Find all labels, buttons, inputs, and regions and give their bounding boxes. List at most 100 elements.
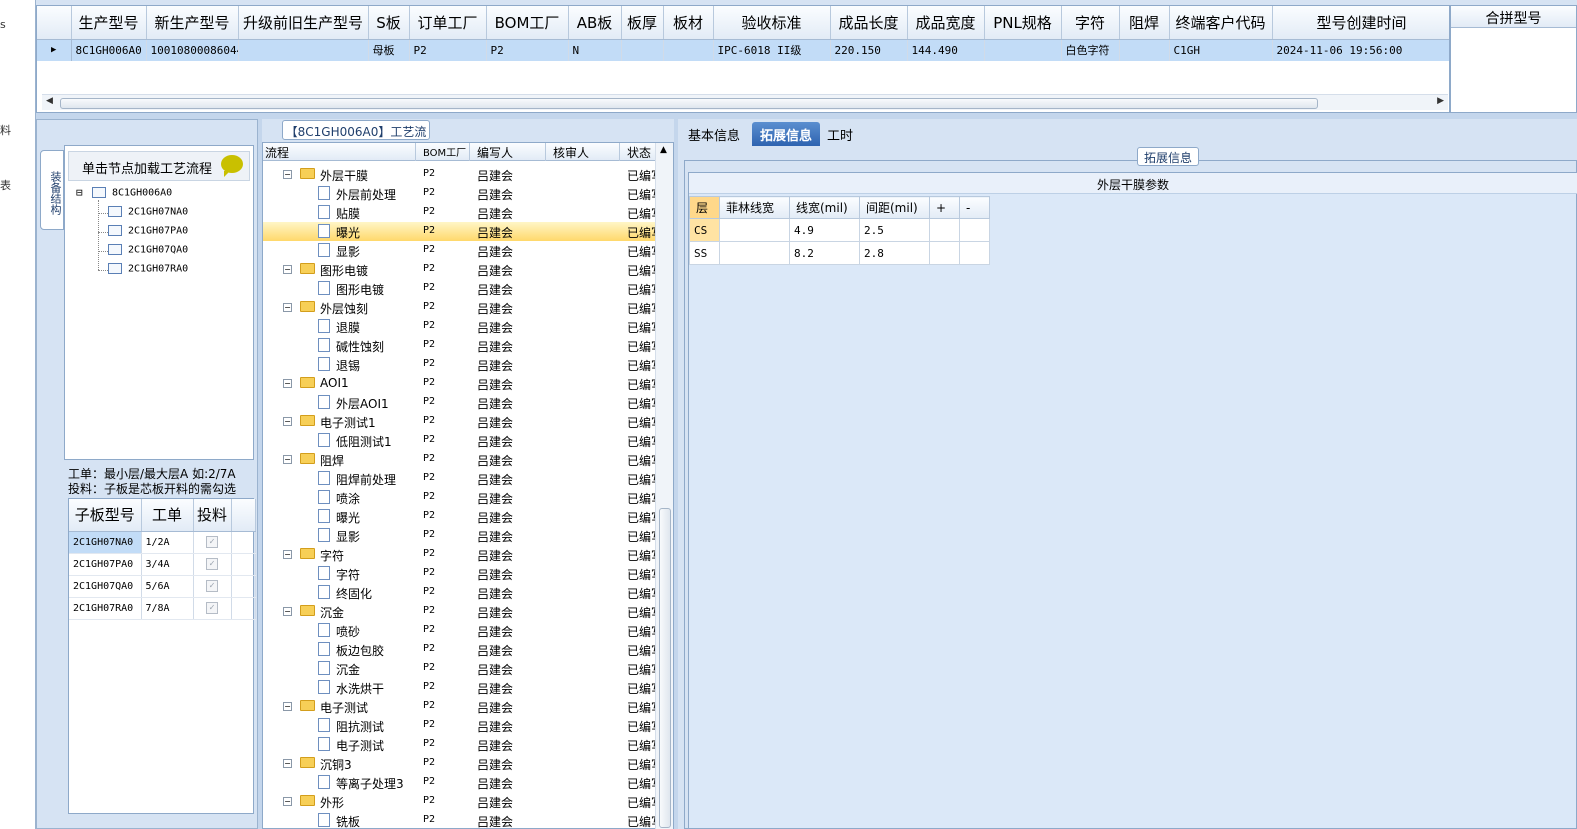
process-row[interactable]: − 电子测试1 P2 吕建会 已编写 (263, 412, 658, 431)
feed-checkbox[interactable]: ✓ (206, 602, 218, 614)
sub-board-model-cell[interactable]: 2C1GH07RA0 (69, 597, 142, 620)
column-header[interactable]: 编写人 (477, 144, 513, 161)
table-cell[interactable] (238, 39, 369, 61)
process-row[interactable]: − 字符 P2 吕建会 已编写 (263, 545, 658, 564)
vertical-tab-structure[interactable]: 装备结构 (40, 150, 64, 230)
column-header[interactable]: 升级前旧生产型号 (238, 6, 369, 40)
process-row[interactable]: 退锡 P2 吕建会 已编写 (263, 355, 658, 374)
column-header[interactable]: 核审人 (553, 144, 589, 161)
work-order-cell[interactable]: 5/6A (141, 575, 194, 598)
process-row[interactable]: − 图形电镀 P2 吕建会 已编写 (263, 260, 658, 279)
collapse-icon[interactable]: − (283, 303, 292, 312)
param-cell[interactable]: 8.2 (789, 241, 860, 265)
column-header[interactable]: 验收标准 (713, 6, 831, 40)
collapse-icon[interactable]: − (283, 797, 292, 806)
process-row[interactable]: 曝光 P2 吕建会 已编写 (263, 222, 658, 241)
column-header[interactable]: AB板 (568, 6, 622, 40)
table-cell[interactable]: P2 (409, 39, 487, 61)
process-row[interactable]: − 阻焊 P2 吕建会 已编写 (263, 450, 658, 469)
param-cell[interactable] (929, 241, 960, 265)
collapse-icon[interactable]: ⊟ (76, 186, 83, 199)
process-row[interactable]: 等离子处理3 P2 吕建会 已编写 (263, 773, 658, 792)
process-vertical-scrollbar[interactable]: ▲ (655, 143, 673, 829)
add-column-button[interactable]: + (929, 196, 960, 219)
column-divider[interactable] (545, 143, 546, 161)
tree-child-node[interactable]: 2C1GH07PA0 (108, 225, 188, 237)
nav-fragment[interactable]: s (0, 18, 6, 31)
scrollbar-thumb[interactable] (60, 98, 1318, 109)
process-row[interactable]: − 沉金 P2 吕建会 已编写 (263, 602, 658, 621)
column-header[interactable]: S板 (368, 6, 410, 40)
work-order-cell[interactable]: 7/8A (141, 597, 194, 620)
param-cell[interactable]: 4.9 (789, 218, 860, 242)
column-header[interactable]: 生产型号 (71, 6, 147, 40)
column-header[interactable]: 订单工厂 (409, 6, 487, 40)
column-header[interactable]: 层 (689, 196, 720, 219)
column-header[interactable]: 工单 (141, 499, 194, 532)
process-row[interactable]: 外层AOI1 P2 吕建会 已编写 (263, 393, 658, 412)
process-row[interactable]: 低阻测试1 P2 吕建会 已编写 (263, 431, 658, 450)
merge-model-header[interactable]: 合拼型号 (1451, 6, 1576, 28)
table-cell[interactable]: 220.150 (830, 39, 908, 61)
process-row[interactable]: 贴膜 P2 吕建会 已编写 (263, 203, 658, 222)
process-row[interactable]: 板边包胶 P2 吕建会 已编写 (263, 640, 658, 659)
param-cell[interactable] (719, 241, 790, 265)
column-header[interactable]: 型号创建时间 (1272, 6, 1449, 40)
sub-board-model-cell[interactable]: 2C1GH07QA0 (69, 575, 142, 598)
table-cell[interactable]: 10010800086044 (146, 39, 239, 61)
process-row[interactable]: 显影 P2 吕建会 已编写 (263, 241, 658, 260)
process-row[interactable]: 阻抗测试 P2 吕建会 已编写 (263, 716, 658, 735)
process-row[interactable]: 喷涂 P2 吕建会 已编写 (263, 488, 658, 507)
feed-checkbox-cell[interactable]: ✓ (193, 597, 232, 620)
column-header[interactable]: 成品宽度 (907, 6, 985, 40)
column-divider[interactable] (469, 143, 470, 161)
work-order-cell[interactable]: 1/2A (141, 531, 194, 554)
feed-checkbox[interactable]: ✓ (206, 536, 218, 548)
work-order-cell[interactable]: 3/4A (141, 553, 194, 576)
tab-work-hours[interactable]: 工时 (822, 122, 858, 146)
table-cell[interactable] (984, 39, 1062, 61)
column-header[interactable]: 字符 (1061, 6, 1120, 40)
feed-checkbox[interactable]: ✓ (206, 558, 218, 570)
column-divider[interactable] (619, 143, 620, 161)
column-header[interactable]: 菲林线宽 (719, 196, 790, 219)
tree-child-node[interactable]: 2C1GH07NA0 (108, 206, 188, 218)
table-row[interactable]: 2C1GH07RA0 7/8A ✓ (69, 597, 256, 620)
column-header[interactable]: 新生产型号 (146, 6, 239, 40)
process-row[interactable]: 字符 P2 吕建会 已编写 (263, 564, 658, 583)
table-row[interactable]: 2C1GH07PA0 3/4A ✓ (69, 553, 256, 576)
table-cell[interactable]: 母板 (368, 39, 410, 61)
process-row[interactable]: 铣板 P2 吕建会 已编写 (263, 811, 658, 828)
process-row[interactable]: 退膜 P2 吕建会 已编写 (263, 317, 658, 336)
process-row[interactable]: 显影 P2 吕建会 已编写 (263, 526, 658, 545)
collapse-icon[interactable]: − (283, 379, 292, 388)
remove-column-button[interactable]: - (959, 196, 990, 219)
collapse-icon[interactable]: − (283, 417, 292, 426)
tab-basic-info[interactable]: 基本信息 (682, 122, 746, 146)
table-cell[interactable]: N (568, 39, 622, 61)
column-header[interactable]: BOM工厂 (423, 144, 466, 159)
nav-fragment[interactable]: 表 (0, 177, 11, 193)
tree-root-node[interactable]: 8C1GH006A0 (92, 187, 172, 199)
process-row[interactable]: − 外层干膜 P2 吕建会 已编写 (263, 165, 658, 184)
nav-fragment[interactable]: 料 (0, 122, 11, 138)
process-row[interactable]: − 外形 P2 吕建会 已编写 (263, 792, 658, 811)
column-header[interactable]: 板厚 (621, 6, 664, 40)
column-header[interactable]: 子板型号 (69, 499, 142, 532)
process-row[interactable]: − 电子测试 P2 吕建会 已编写 (263, 697, 658, 716)
sub-board-model-cell[interactable]: 2C1GH07PA0 (69, 553, 142, 576)
table-cell[interactable] (621, 39, 664, 61)
collapse-icon[interactable]: − (283, 265, 292, 274)
table-row[interactable]: ▶ 8C1GH006A0 10010800086044 母板 P2 P2 N IPC-6018… (37, 39, 1449, 61)
table-cell[interactable] (663, 39, 714, 61)
param-cell[interactable]: CS (689, 218, 720, 242)
process-row[interactable]: 沉金 P2 吕建会 已编写 (263, 659, 658, 678)
feed-checkbox-cell[interactable]: ✓ (193, 553, 232, 576)
collapse-icon[interactable]: − (283, 170, 292, 179)
column-divider[interactable] (415, 143, 416, 161)
process-row[interactable]: 阻焊前处理 P2 吕建会 已编写 (263, 469, 658, 488)
process-row[interactable]: − AOI1 P2 吕建会 已编写 (263, 374, 658, 393)
column-header[interactable]: 阻焊 (1119, 6, 1170, 40)
process-row[interactable]: − 外层蚀刻 P2 吕建会 已编写 (263, 298, 658, 317)
table-cell[interactable]: 2024-11-06 19:56:00 (1272, 39, 1449, 61)
